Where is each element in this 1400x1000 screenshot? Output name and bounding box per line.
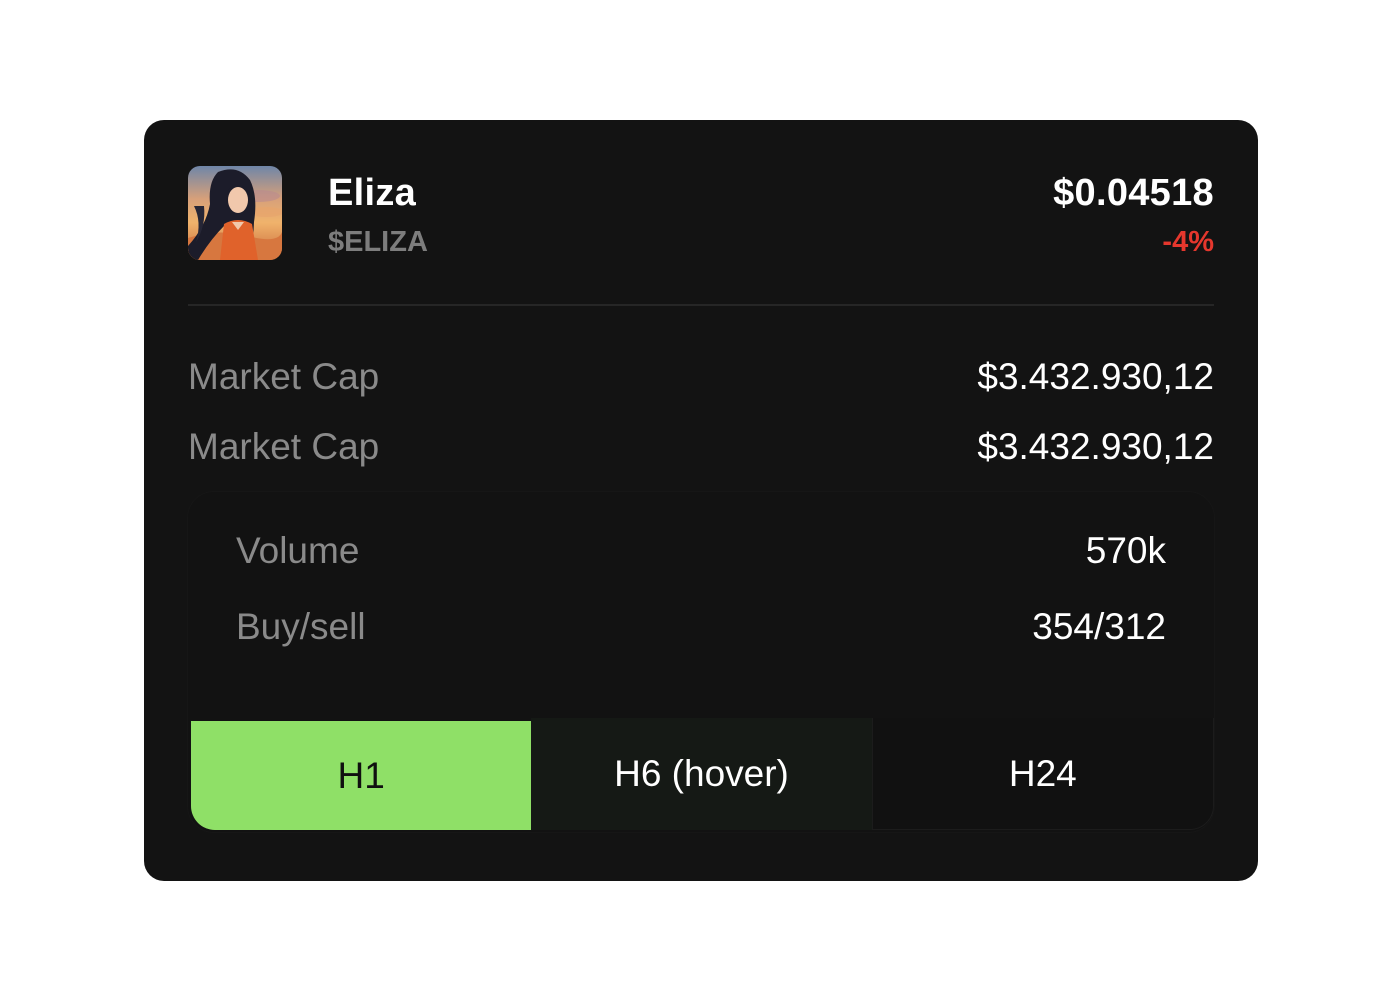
stat-label: Market Cap: [188, 426, 380, 467]
tab-h24[interactable]: H24: [871, 718, 1214, 830]
token-card: Eliza $ELIZA $0.04518 -4% Market Cap $3.…: [144, 120, 1258, 881]
timeframe-panel: Volume 570k Buy/sell 354/312 H1 H6 (hove…: [188, 492, 1214, 832]
stat-value: $3.432.930,12: [977, 426, 1214, 467]
volume-value: 570k: [1085, 530, 1166, 571]
token-header: Eliza $ELIZA $0.04518 -4%: [188, 166, 1214, 262]
stat-value: $3.432.930,12: [977, 356, 1214, 397]
token-price: $0.04518: [1053, 172, 1214, 214]
token-ticker: $ELIZA: [328, 226, 428, 258]
buy-sell-row: Buy/sell 354/312: [236, 606, 1166, 652]
token-name: Eliza: [328, 172, 417, 214]
stat-label: Market Cap: [188, 356, 380, 397]
price-change: -4%: [1162, 226, 1214, 258]
volume-row: Volume 570k: [236, 530, 1166, 576]
volume-label: Volume: [236, 530, 360, 571]
stat-row: Market Cap $3.432.930,12: [188, 426, 1214, 472]
token-avatar: [188, 166, 282, 260]
anime-girl-sunset-avatar-icon: [188, 166, 282, 260]
tab-h6[interactable]: H6 (hover): [531, 718, 872, 830]
tab-h1[interactable]: H1: [191, 721, 532, 830]
buy-sell-value: 354/312: [1032, 606, 1166, 647]
header-divider: [188, 304, 1214, 306]
stat-row: Market Cap $3.432.930,12: [188, 356, 1214, 402]
buy-sell-label: Buy/sell: [236, 606, 366, 647]
timeframe-tabs: H1 H6 (hover) H24: [191, 718, 1214, 830]
